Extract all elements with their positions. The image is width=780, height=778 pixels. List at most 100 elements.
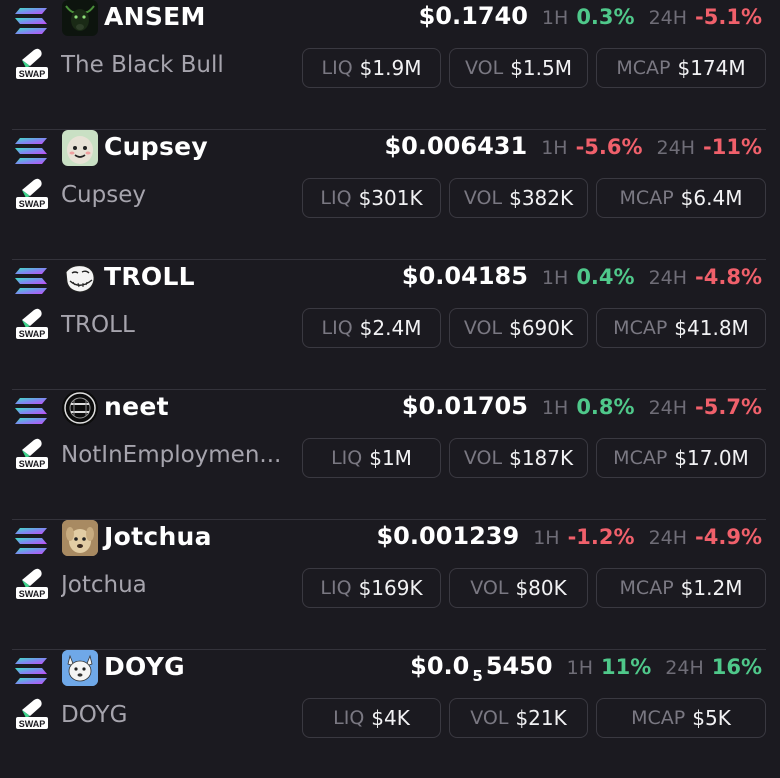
h1-change: 0.3% [576,5,635,29]
mcap-pill: MCAP $41.8M [596,308,766,348]
liq-value: $2.4M [359,316,422,340]
price-line: $0.001239 1H -1.2% 24H -4.9% [376,522,762,550]
vol-value: $1.5M [510,56,572,80]
vol-value: $690K [509,316,574,340]
mcap-pill: MCAP $17.0M [596,438,766,478]
mcap-pill: MCAP $174M [596,48,766,88]
h1-change: -1.2% [567,525,635,549]
h1-label: 1H [566,657,593,679]
token-row[interactable]: Jotchua $0.001239 1H -1.2% 24H -4.9% SWA… [12,520,766,650]
jotchua-dog-avatar [62,520,98,556]
mcap-value: $41.8M [674,316,749,340]
solana-icon [15,528,47,554]
volume-pill: VOL $690K [449,308,588,348]
h1-label: 1H [533,527,560,549]
price-line: $0.006431 1H -5.6% 24H -11% [384,132,762,160]
vol-label: VOL [464,57,504,79]
swap-icon[interactable]: SWAP [16,436,48,470]
token-name: Cupsey [61,182,146,208]
volume-pill: VOL $80K [449,568,588,608]
mcap-pill: MCAP $6.4M [596,178,766,218]
mcap-label: MCAP [619,187,674,209]
price-prefix: $0.0 [410,652,470,680]
liq-label: LIQ [321,57,353,79]
solana-icon [15,8,47,34]
swap-icon[interactable]: SWAP [16,176,48,210]
mcap-value: $174M [677,56,746,80]
h1-label: 1H [541,397,569,419]
vol-label: VOL [470,577,509,599]
token-row[interactable]: DOYG $0.0 5 5450 1H 11% 24H 16% SWAP DOYG … [12,650,766,778]
h24-change: -11% [703,135,762,159]
h24-change: -5.7% [695,395,762,419]
zero-count-subscript: 5 [472,667,483,685]
swap-icon[interactable]: SWAP [16,46,48,80]
mcap-label: MCAP [613,317,668,339]
liquidity-pill: LIQ $1.9M [302,48,441,88]
swap-icon[interactable]: SWAP [16,566,48,600]
token-row[interactable]: Cupsey $0.006431 1H -5.6% 24H -11% SWAP … [12,130,766,260]
solana-icon [15,268,47,294]
h24-label: 24H [648,527,688,549]
solana-icon [15,138,47,164]
vol-value: $21K [515,706,567,730]
token-price: $0.1740 [418,2,528,30]
swap-icon[interactable]: SWAP [16,696,48,730]
liq-label: LIQ [320,187,352,209]
token-price: $0.001239 [376,522,520,550]
token-symbol: Jotchua [104,522,212,551]
price-line: $0.04185 1H 0.4% 24H -4.8% [402,262,762,290]
volume-pill: VOL $187K [449,438,588,478]
liquidity-pill: LIQ $301K [302,178,441,218]
h1-label: 1H [541,267,569,289]
mcap-label: MCAP [631,707,686,729]
h1-label: 1H [541,137,568,159]
vol-value: $80K [515,576,567,600]
mcap-label: MCAP [613,447,668,469]
token-symbol: TROLL [104,262,195,291]
token-symbol: neet [104,392,169,421]
vol-label: VOL [463,447,503,469]
token-row[interactable]: TROLL $0.04185 1H 0.4% 24H -4.8% SWAP TR… [12,260,766,390]
liquidity-pill: LIQ $4K [302,698,441,738]
liq-value: $169K [358,576,423,600]
liquidity-pill: LIQ $2.4M [302,308,441,348]
token-name: TROLL [61,312,135,338]
h24-label: 24H [648,397,688,419]
token-price: $0.0 5 5450 [410,652,553,685]
volume-pill: VOL $382K [449,178,588,218]
mcap-value: $1.2M [680,576,743,600]
price-tail: 5450 [485,652,553,680]
swap-icon[interactable]: SWAP [16,306,48,340]
volume-pill: VOL $21K [449,698,588,738]
liq-value: $301K [358,186,423,210]
mcap-value: $5K [692,706,731,730]
vol-value: $382K [509,186,574,210]
liq-value: $1M [369,446,412,470]
cupsey-avatar [62,130,98,166]
swap-label: SWAP [19,719,46,729]
price-line: $0.01705 1H 0.8% 24H -5.7% [402,392,762,420]
liq-label: LIQ [331,447,363,469]
h1-change: 0.4% [576,265,635,289]
mcap-pill: MCAP $5K [596,698,766,738]
swap-label: SWAP [19,69,46,79]
vol-label: VOL [463,317,503,339]
price-line: $0.0 5 5450 1H 11% 24H 16% [410,652,762,685]
h24-change: 16% [711,655,762,679]
swap-label: SWAP [19,589,46,599]
volume-pill: VOL $1.5M [449,48,588,88]
h1-change: 11% [601,655,652,679]
token-name: NotInEmploymen... [61,442,282,468]
token-price: $0.01705 [401,392,528,420]
token-row[interactable]: neet $0.01705 1H 0.8% 24H -5.7% SWAP Not… [12,390,766,520]
solana-icon [15,658,47,684]
mcap-value: $17.0M [674,446,749,470]
liquidity-pill: LIQ $169K [302,568,441,608]
token-price: $0.04185 [401,262,528,290]
vol-label: VOL [463,187,503,209]
token-row[interactable]: ANSEM $0.1740 1H 0.3% 24H -5.1% SWAP The… [12,0,766,130]
h24-label: 24H [656,137,696,159]
token-name: The Black Bull [61,52,224,78]
swap-label: SWAP [19,329,46,339]
